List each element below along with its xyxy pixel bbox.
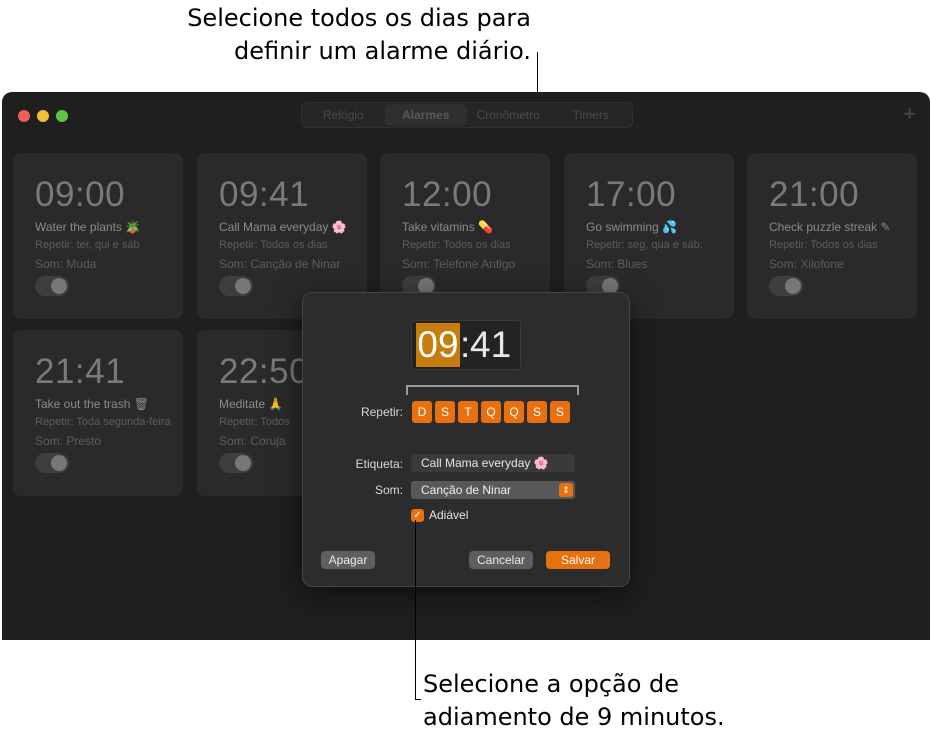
alarm-time: 09:00 — [35, 175, 126, 214]
day-toggle-s3[interactable]: S — [550, 401, 570, 423]
repeat-label: Repetir: — [360, 405, 403, 419]
alarm-repeat: Repetir: Todos os dias — [769, 239, 878, 251]
callout-top-line-2: definir um alarme diário. — [233, 37, 531, 65]
day-toggle-s1[interactable]: S — [435, 401, 455, 423]
alarm-repeat: Repetir: Todos os dias — [402, 239, 511, 251]
toggle-knob — [51, 278, 67, 294]
alarm-repeat: Repetir: Toda segunda-feira — [35, 416, 171, 428]
tab-relogio[interactable]: Relógio — [302, 104, 385, 126]
label-input[interactable]: Call Mama everyday 🌸 — [411, 454, 575, 472]
toggle-knob — [785, 278, 801, 294]
minimize-window-button[interactable] — [37, 110, 49, 122]
add-alarm-icon[interactable]: + — [903, 101, 916, 127]
repeat-days: D S T Q Q S S — [412, 401, 570, 423]
alarm-label: Go swimming 💦 — [586, 220, 677, 234]
alarm-toggle[interactable] — [769, 276, 803, 296]
days-bracket — [406, 385, 579, 395]
edit-alarm-dialog: 09 : 41 Repetir: D S T Q Q S S Etiqueta:… — [302, 292, 630, 587]
callout-bottom-line-1: Selecione a opção de — [423, 670, 680, 698]
alarm-time: 12:00 — [402, 175, 493, 214]
snooze-checkbox[interactable]: ✓ — [411, 509, 424, 522]
toggle-knob — [235, 455, 251, 471]
sound-select-value: Canção de Ninar — [421, 483, 512, 497]
alarm-time: 21:00 — [769, 175, 860, 214]
tab-timers[interactable]: Timers — [550, 104, 633, 126]
label-field-label: Etiqueta: — [355, 457, 403, 471]
titlebar: Relógio Alarmes Cronômetro Timers + — [2, 92, 930, 136]
alarm-time: 21:41 — [35, 352, 126, 391]
alarm-repeat: Repetir: seg, qua e sáb. — [586, 239, 703, 251]
alarm-sound: Som: Blues — [586, 257, 648, 271]
alarm-time: 22:50 — [219, 352, 310, 391]
time-picker[interactable]: 09 : 41 — [411, 320, 521, 370]
callout-top-line-1: Selecione todos os dias para — [187, 4, 531, 32]
alarm-card[interactable]: 09:00 Water the plants 🪴 Repetir: ter, q… — [13, 153, 183, 319]
alarm-label: Take vitamins 💊 — [402, 220, 493, 234]
alarm-repeat: Repetir: Todos os dias — [219, 239, 328, 251]
alarm-toggle[interactable] — [219, 276, 253, 296]
day-toggle-s2[interactable]: S — [527, 401, 547, 423]
delete-button[interactable]: Apagar — [321, 551, 375, 569]
alarm-sound: Som: Xilofone — [769, 257, 844, 271]
alarm-sound: Som: Telefone Antigo — [402, 257, 516, 271]
snooze-label: Adiável — [429, 508, 469, 522]
alarm-label: Take out the trash 🗑 — [35, 397, 149, 411]
alarm-repeat: Repetir: Todos — [219, 416, 290, 428]
day-toggle-q2[interactable]: Q — [504, 401, 524, 423]
toggle-knob — [235, 278, 251, 294]
day-toggle-d[interactable]: D — [412, 401, 432, 423]
alarm-label: Water the plants 🪴 — [35, 220, 141, 234]
alarm-toggle[interactable] — [219, 453, 253, 473]
alarm-card[interactable]: 21:00 Check puzzle streak ✎ Repetir: Tod… — [747, 153, 917, 319]
sound-select[interactable]: Canção de Ninar ⇕ — [411, 481, 575, 499]
callout-bottom-leader-tick — [415, 699, 421, 700]
alarm-sound: Som: Coruja — [219, 434, 286, 448]
updown-chevron-icon: ⇕ — [559, 483, 573, 497]
alarm-toggle[interactable] — [35, 453, 69, 473]
alarm-sound: Som: Muda — [35, 257, 97, 271]
callout-snooze: Selecione a opção de adiamento de 9 minu… — [423, 668, 725, 734]
callout-bottom-line-2: adiamento de 9 minutos. — [423, 703, 725, 731]
cancel-button[interactable]: Cancelar — [469, 551, 533, 569]
callout-daily-alarm: Selecione todos os dias para definir um … — [187, 2, 531, 68]
callout-bottom-leader — [415, 520, 416, 700]
alarm-label: Check puzzle streak ✎ — [769, 220, 891, 234]
alarm-card[interactable]: 21:41 Take out the trash 🗑 Repetir: Toda… — [13, 330, 183, 496]
day-toggle-t[interactable]: T — [458, 401, 478, 423]
alarm-label: Call Mama everyday 🌸 — [219, 220, 347, 234]
tab-alarmes[interactable]: Alarmes — [384, 104, 467, 126]
toggle-knob — [51, 455, 67, 471]
alarm-time: 17:00 — [586, 175, 677, 214]
save-button[interactable]: Salvar — [546, 551, 610, 569]
minute-field[interactable]: 41 — [470, 323, 511, 367]
time-separator: : — [460, 324, 471, 365]
view-tabs: Relógio Alarmes Cronômetro Timers — [301, 102, 633, 128]
tab-cronometro[interactable]: Cronômetro — [467, 104, 550, 126]
sound-field-label: Som: — [374, 483, 403, 497]
alarm-time: 09:41 — [219, 175, 310, 214]
day-toggle-q1[interactable]: Q — [481, 401, 501, 423]
alarm-sound: Som: Canção de Ninar — [219, 257, 341, 271]
alarm-toggle[interactable] — [35, 276, 69, 296]
alarm-repeat: Repetir: ter, qui e sáb — [35, 239, 140, 251]
alarm-sound: Som: Presto — [35, 434, 102, 448]
close-window-button[interactable] — [18, 110, 30, 122]
alarm-label: Meditate 🙏 — [219, 397, 284, 411]
zoom-window-button[interactable] — [56, 110, 68, 122]
hour-field[interactable]: 09 — [416, 323, 460, 367]
